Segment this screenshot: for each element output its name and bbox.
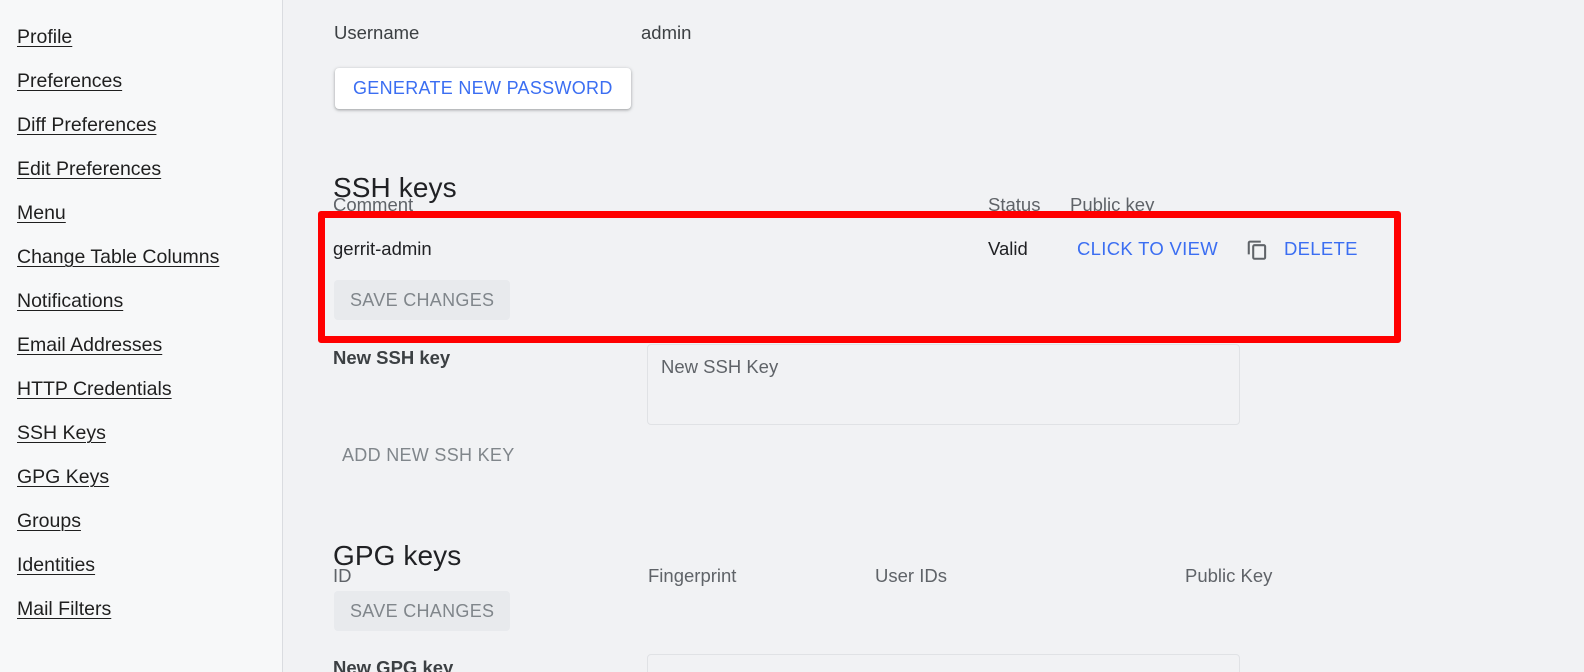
username-value: admin — [641, 22, 692, 43]
sidebar-item-groups[interactable]: Groups — [17, 506, 81, 550]
gpg-column-header-user-ids: User IDs — [875, 565, 947, 586]
generate-new-password-button[interactable]: GENERATE NEW PASSWORD — [335, 68, 631, 109]
new-gpg-key-input[interactable] — [647, 654, 1240, 672]
sidebar-item-change-table-columns[interactable]: Change Table Columns — [17, 242, 219, 286]
gpg-column-header-public-key: Public Key — [1185, 565, 1273, 586]
sidebar-item-email-addresses[interactable]: Email Addresses — [17, 330, 162, 374]
gpg-column-header-id: ID — [333, 565, 352, 586]
sidebar-item-identities[interactable]: Identities — [17, 550, 95, 594]
new-ssh-key-label: New SSH key — [333, 347, 451, 368]
sidebar-item-preferences[interactable]: Preferences — [17, 66, 122, 110]
add-new-ssh-key-button[interactable]: ADD NEW SSH KEY — [334, 435, 523, 475]
sidebar-item-diff-preferences[interactable]: Diff Preferences — [17, 110, 156, 154]
username-label: Username — [334, 22, 420, 43]
settings-sidebar: Profile Preferences Diff Preferences Edi… — [0, 0, 283, 672]
copy-icon[interactable] — [1244, 236, 1270, 262]
ssh-save-changes-button[interactable]: SAVE CHANGES — [334, 280, 511, 320]
sidebar-item-mail-filters[interactable]: Mail Filters — [17, 594, 111, 638]
sidebar-item-menu[interactable]: Menu — [17, 198, 66, 242]
ssh-column-header-comment: Comment — [333, 194, 414, 215]
gpg-save-changes-button[interactable]: SAVE CHANGES — [334, 591, 511, 631]
settings-content: Username admin GENERATE NEW PASSWORD SSH… — [284, 0, 1584, 672]
sidebar-item-edit-preferences[interactable]: Edit Preferences — [17, 154, 161, 198]
new-gpg-key-label: New GPG key — [333, 657, 454, 672]
sidebar-item-ssh-keys[interactable]: SSH Keys — [17, 418, 106, 462]
sidebar-item-notifications[interactable]: Notifications — [17, 286, 123, 330]
ssh-key-status-badge: Valid — [988, 238, 1028, 259]
ssh-key-comment: gerrit-admin — [333, 238, 432, 259]
settings-page: Profile Preferences Diff Preferences Edi… — [0, 0, 1584, 672]
username-row: Username admin — [334, 22, 1034, 50]
new-ssh-key-input[interactable] — [647, 344, 1240, 425]
ssh-key-delete-link[interactable]: DELETE — [1284, 238, 1358, 260]
ssh-column-header-public-key: Public key — [1070, 194, 1155, 215]
gpg-keys-heading: GPG keys — [333, 540, 462, 572]
ssh-column-header-status: Status — [988, 194, 1041, 215]
gpg-column-header-fingerprint: Fingerprint — [648, 565, 737, 586]
sidebar-item-http-credentials[interactable]: HTTP Credentials — [17, 374, 172, 418]
ssh-key-click-to-view-link[interactable]: CLICK TO VIEW — [1077, 238, 1218, 260]
sidebar-item-profile[interactable]: Profile — [17, 22, 72, 66]
sidebar-item-gpg-keys[interactable]: GPG Keys — [17, 462, 109, 506]
